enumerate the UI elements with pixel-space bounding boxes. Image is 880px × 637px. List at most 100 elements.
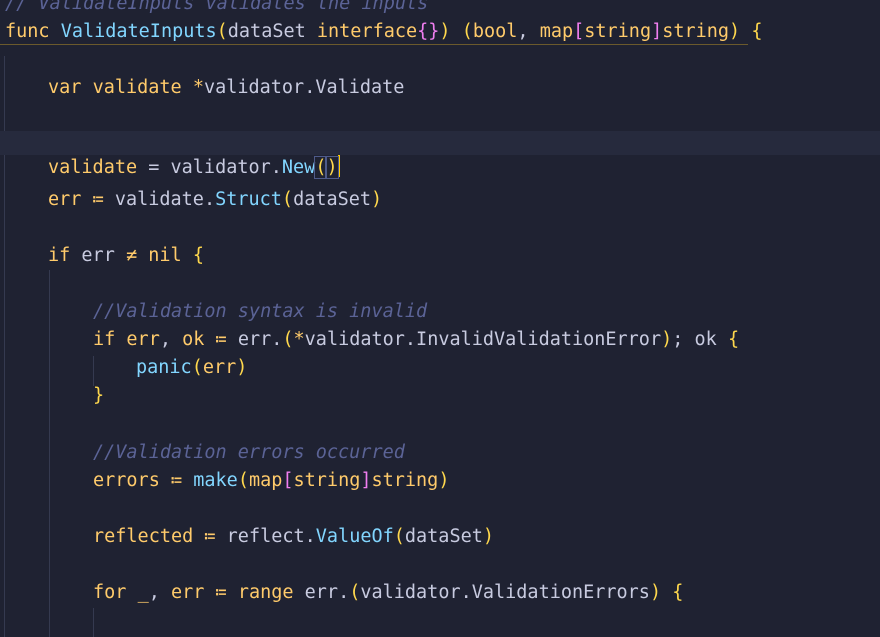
code-token: errors xyxy=(93,470,160,491)
code-line-comment[interactable]: //Validation syntax is invalid xyxy=(93,300,427,324)
code-token: ( xyxy=(216,21,228,42)
code-line-if-ok[interactable]: if err, ok ≔ err.(*validator.InvalidVali… xyxy=(93,328,739,352)
code-token: err xyxy=(48,189,82,210)
code-token: ValidateInputs xyxy=(60,21,217,42)
indent-guide xyxy=(93,608,94,637)
code-token: map xyxy=(539,21,574,42)
code-line-var-validate[interactable]: var validate *validator.Validate xyxy=(48,76,404,100)
code-token: err xyxy=(202,357,237,378)
code-token: ( xyxy=(349,582,361,603)
code-token: make xyxy=(193,470,238,491)
code-token: validator.InvalidValidationError xyxy=(304,329,662,350)
code-token: nil xyxy=(148,245,193,266)
code-token: ) xyxy=(439,21,451,42)
code-token: New xyxy=(281,157,316,178)
code-token: //Validation errors occurred xyxy=(93,442,405,463)
code-line-func-signature[interactable]: func ValidateInputs(dataSet interface{})… xyxy=(5,20,762,44)
code-token: , xyxy=(517,21,540,42)
code-token: Struct xyxy=(215,189,282,210)
code-token: ) xyxy=(236,357,248,378)
code-token: validate xyxy=(92,77,193,98)
indent-guide xyxy=(93,356,94,386)
code-token: [ xyxy=(573,21,585,42)
code-token: ≠ xyxy=(125,245,138,266)
code-token: { xyxy=(751,21,763,42)
code-token: ( xyxy=(393,526,405,547)
matched-paren-open: ( xyxy=(314,156,328,179)
code-token: reflect. xyxy=(215,526,316,547)
code-token: ≔ xyxy=(204,526,216,547)
code-token: ) xyxy=(649,582,662,603)
code-token: if xyxy=(93,329,127,350)
code-token: ) xyxy=(482,526,494,547)
code-token: validator.Validate xyxy=(203,77,405,98)
code-line-panic[interactable]: panic(err) xyxy=(136,356,247,380)
code-token: * xyxy=(293,329,305,350)
code-line-err-struct[interactable]: err ≔ validate.Struct(dataSet) xyxy=(48,188,382,212)
code-token: { xyxy=(727,329,740,350)
function-signature-underline xyxy=(0,44,748,45)
code-token: string xyxy=(662,21,730,42)
code-token: string xyxy=(371,470,439,491)
code-token: err xyxy=(170,582,205,603)
code-token: ) xyxy=(371,189,383,210)
code-line-errors-make[interactable]: errors ≔ make(map[string]string) xyxy=(93,469,449,493)
code-token: { xyxy=(672,582,684,603)
code-token: {} xyxy=(417,21,440,42)
code-token: () xyxy=(314,155,340,179)
code-token: range xyxy=(237,582,305,603)
code-token: ≔ xyxy=(215,329,227,350)
code-editor[interactable]: // ValidateInputs validates the inputs f… xyxy=(0,0,880,637)
code-token: map xyxy=(248,470,283,491)
code-token: bool xyxy=(472,21,518,42)
code-token: panic xyxy=(136,357,192,378)
code-line-for-range[interactable]: for _, err ≔ range err.(validator.Valida… xyxy=(93,581,683,605)
code-token: ] xyxy=(360,470,372,491)
code-token: //Validation syntax is invalid xyxy=(93,301,428,322)
code-token: ( xyxy=(461,21,473,42)
code-line-close-brace[interactable]: } xyxy=(93,384,104,408)
code-token: } xyxy=(93,385,105,406)
code-token: , xyxy=(148,582,171,603)
code-token: ) xyxy=(438,470,450,491)
code-token: { xyxy=(192,245,204,266)
code-token: ) xyxy=(729,21,741,42)
indent-guide xyxy=(49,270,50,637)
code-token: dataSet xyxy=(227,21,317,42)
code-line-if-err[interactable]: if err ≠ nil { xyxy=(48,244,204,268)
code-line-validate-new[interactable]: validate = validator.New() xyxy=(0,131,880,179)
code-token: ( xyxy=(237,470,249,491)
code-token: string xyxy=(584,21,652,42)
code-token: ≔ xyxy=(92,189,104,210)
code-token: err. xyxy=(226,329,283,350)
code-token: // ValidateInputs validates the inputs xyxy=(5,0,429,14)
code-token: [ xyxy=(282,470,294,491)
text-caret xyxy=(337,155,340,177)
code-token: string xyxy=(293,470,361,491)
code-line-comment[interactable]: //Validation errors occurred xyxy=(93,441,405,465)
code-token: ≔ xyxy=(215,582,227,603)
code-token: ( xyxy=(281,189,294,210)
code-token: ; ok xyxy=(672,329,728,350)
code-token: ValueOf xyxy=(315,526,394,547)
code-token: ok xyxy=(182,329,205,350)
code-token: , xyxy=(159,329,183,350)
code-token: ≔ xyxy=(170,470,183,491)
code-line-comment[interactable]: // ValidateInputs validates the inputs xyxy=(5,0,428,16)
code-token: func xyxy=(5,21,61,42)
code-line-reflected[interactable]: reflected ≔ reflect.ValueOf(dataSet) xyxy=(93,525,494,549)
code-token: ( xyxy=(282,329,294,350)
code-token: var xyxy=(48,77,93,98)
code-token: validate xyxy=(48,157,138,178)
code-line-content[interactable]: validate = validator.New() xyxy=(48,155,340,180)
